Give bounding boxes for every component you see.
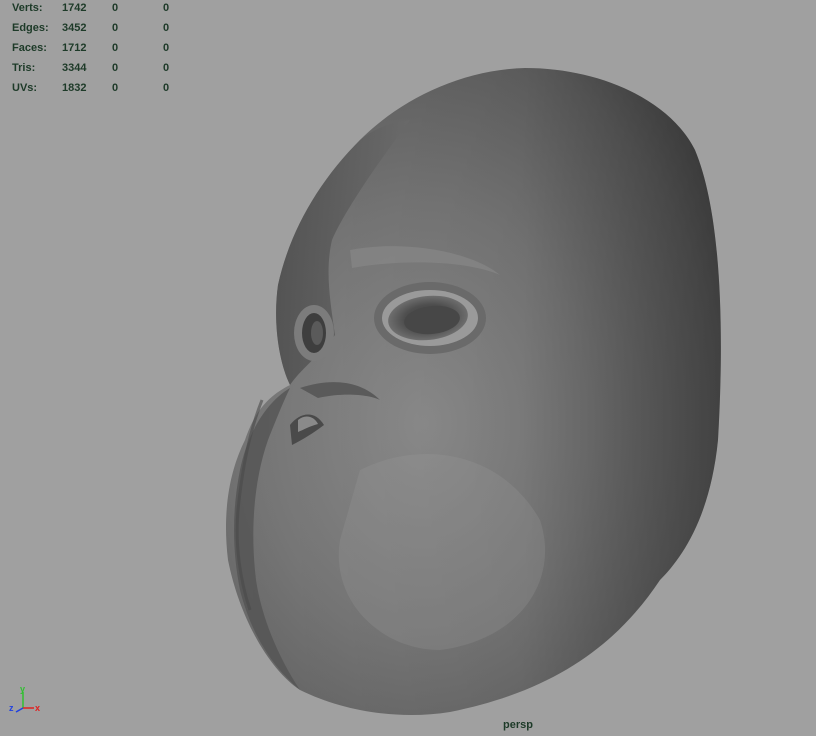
axis-x-label: x: [35, 703, 40, 713]
head-mesh[interactable]: [0, 0, 816, 736]
axis-z-label: z: [9, 703, 14, 713]
axis-y-label: y: [20, 686, 25, 694]
view-axis-gizmo: y x z: [9, 686, 40, 713]
axis-z-line: [15, 707, 24, 713]
perspective-viewport[interactable]: Verts: 1742 0 0 Edges: 3452 0 0 Faces: 1…: [0, 0, 816, 736]
far-eye-socket-inner: [311, 321, 323, 345]
camera-name-label: persp: [503, 719, 533, 731]
